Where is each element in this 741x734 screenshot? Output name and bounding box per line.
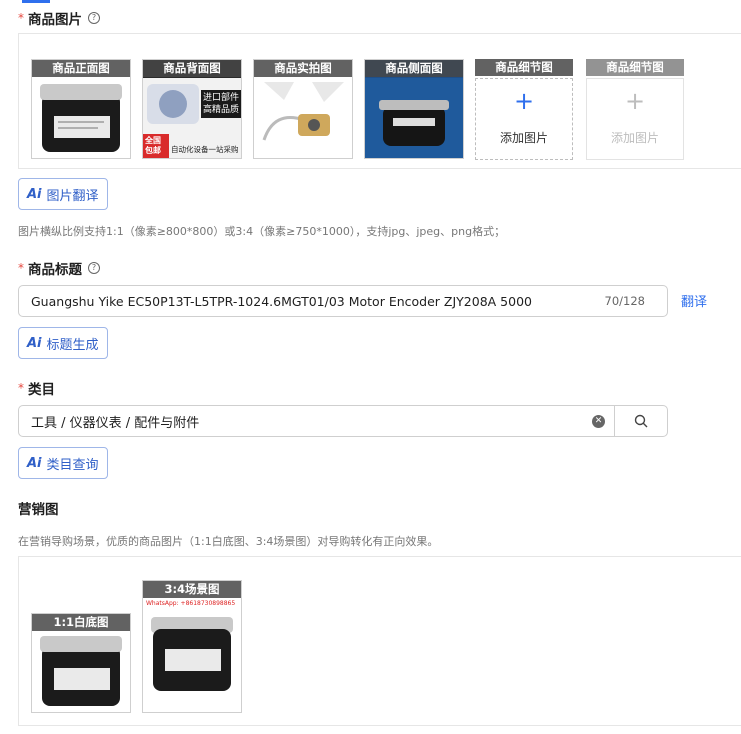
slot-caption: 商品实拍图 bbox=[254, 60, 352, 77]
image-slot-side[interactable]: 商品侧面图 bbox=[364, 59, 464, 159]
add-image-slot-disabled: 商品细节图 + 添加图片 bbox=[586, 59, 684, 160]
marketing-images-label: 营销图 bbox=[18, 502, 59, 518]
required-mark: * bbox=[18, 261, 24, 275]
slot-caption: 商品正面图 bbox=[32, 60, 130, 77]
category-label-text: 类目 bbox=[28, 382, 55, 398]
title-generate-label: 标题生成 bbox=[46, 337, 99, 353]
category-select[interactable]: 工具 / 仪器仪表 / 配件与附件 ✕ bbox=[18, 405, 668, 437]
product-images-label: * 商品图片 ? bbox=[18, 8, 100, 28]
title-translate-link[interactable]: 翻译 bbox=[681, 291, 707, 310]
search-icon bbox=[634, 414, 648, 428]
overlay-text-4: 自动化设备一站采购 bbox=[171, 145, 239, 154]
plus-icon: + bbox=[513, 87, 535, 115]
overlay-text-block: 进口部件 高精品质 bbox=[201, 90, 241, 118]
add-image-label: 添加图片 bbox=[610, 131, 659, 145]
active-tab-indicator bbox=[22, 0, 50, 3]
title-generate-button[interactable]: Ai 标题生成 bbox=[18, 327, 108, 359]
product-images-panel: 商品正面图 进口部件 高精品质 全国包邮 自动化设备一站采购 商品背面图 商品实… bbox=[18, 33, 741, 169]
image-slot-actual[interactable]: 商品实拍图 bbox=[253, 59, 353, 159]
overlay-text-3: 全国包邮 bbox=[145, 136, 161, 155]
slot-caption: 3:4场景图 bbox=[143, 581, 241, 598]
category-query-label: 类目查询 bbox=[46, 457, 99, 473]
category-query-button[interactable]: Ai 类目查询 bbox=[18, 447, 108, 479]
add-image-slot[interactable]: 商品细节图 + 添加图片 bbox=[475, 59, 573, 160]
slot-caption: 商品细节图 bbox=[475, 59, 573, 76]
image-slot-back[interactable]: 进口部件 高精品质 全国包邮 自动化设备一站采购 商品背面图 bbox=[142, 59, 242, 159]
ai-icon: Ai bbox=[27, 455, 42, 471]
add-image-area[interactable]: + 添加图片 bbox=[475, 78, 573, 160]
marketing-images-panel: 1:1白底图 3:4场景图 WhatsApp: +8618730898865 bbox=[18, 556, 741, 726]
product-title-value: Guangshu Yike EC50P13T-L5TPR-1024.6MGT01… bbox=[31, 293, 532, 309]
product-title-label: * 商品标题 ? bbox=[18, 258, 100, 278]
help-icon[interactable]: ? bbox=[88, 262, 100, 274]
add-image-label: 添加图片 bbox=[499, 131, 548, 145]
ai-icon: Ai bbox=[27, 335, 42, 351]
slot-caption: 商品背面图 bbox=[143, 60, 241, 77]
plus-icon: + bbox=[624, 87, 646, 115]
marketing-slot-white[interactable]: 1:1白底图 bbox=[31, 613, 131, 713]
slot-caption: 商品侧面图 bbox=[365, 60, 463, 77]
title-char-counter: 70/128 bbox=[604, 294, 645, 308]
ai-icon: Ai bbox=[27, 186, 42, 202]
image-hint-text: 图片横纵比例支持1:1（像素≥800*800）或3:4（像素≥750*1000）… bbox=[18, 225, 506, 238]
product-title-label-text: 商品标题 bbox=[28, 262, 82, 278]
image-translate-label: 图片翻译 bbox=[46, 188, 99, 204]
slot-caption: 商品细节图 bbox=[586, 59, 684, 76]
marketing-slot-scene[interactable]: 3:4场景图 WhatsApp: +8618730898865 bbox=[142, 580, 242, 713]
image-slot-front[interactable]: 商品正面图 bbox=[31, 59, 131, 159]
help-icon[interactable]: ? bbox=[88, 12, 100, 24]
required-mark: * bbox=[18, 11, 24, 25]
marketing-hint-text: 在营销导购场景，优质的商品图片（1:1白底图、3:4场景图）对导购转化有正向效果… bbox=[18, 535, 439, 548]
category-search-button[interactable] bbox=[614, 406, 667, 436]
add-image-area-disabled: + 添加图片 bbox=[586, 78, 684, 160]
overlay-text-2: 高精品质 bbox=[203, 105, 240, 115]
image-translate-button[interactable]: Ai 图片翻译 bbox=[18, 178, 108, 210]
product-title-input[interactable]: Guangshu Yike EC50P13T-L5TPR-1024.6MGT01… bbox=[18, 285, 668, 317]
slot-caption: 1:1白底图 bbox=[32, 614, 130, 631]
category-value: 工具 / 仪器仪表 / 配件与附件 bbox=[31, 415, 200, 431]
overlay-text-1: 进口部件 bbox=[203, 93, 240, 103]
clear-icon[interactable]: ✕ bbox=[592, 414, 605, 428]
product-images-label-text: 商品图片 bbox=[28, 12, 82, 28]
required-mark: * bbox=[18, 381, 24, 395]
whatsapp-watermark: WhatsApp: +8618730898865 bbox=[146, 600, 236, 607]
category-label: * 类目 bbox=[18, 378, 55, 398]
